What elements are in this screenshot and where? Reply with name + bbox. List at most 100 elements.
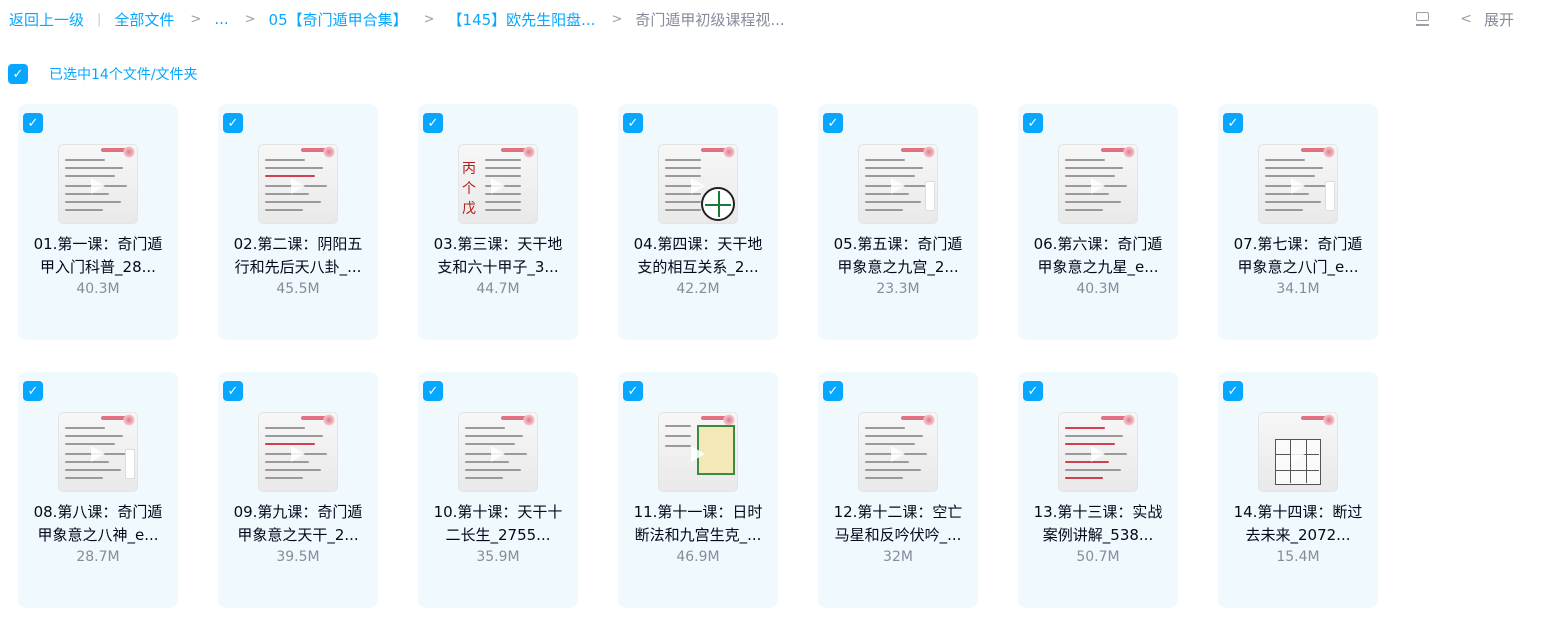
thumb-text-line [265,159,305,161]
file-name-line-2: 甲象意之八神_e... [37,526,159,544]
file-size: 28.7M [76,549,120,565]
file-name[interactable]: 05.第五课：奇门遁 甲象意之九宫_2... [826,233,970,279]
file-checkbox[interactable]: ✓ [1223,113,1243,133]
file-size: 44.7M [476,281,520,297]
thumb-text-line [465,469,521,471]
video-thumbnail[interactable] [258,144,338,224]
file-name[interactable]: 14.第十四课：断过 去未来_2072... [1226,501,1370,547]
file-checkbox[interactable]: ✓ [823,381,843,401]
file-name[interactable]: 12.第十二课：空亡 马星和反吟伏吟_... [826,501,970,547]
chevron-left-icon[interactable]: < [1460,11,1472,27]
video-thumbnail[interactable] [458,412,538,492]
thumb-text-line [485,167,521,169]
video-thumbnail[interactable] [1058,144,1138,224]
file-checkbox[interactable]: ✓ [423,113,443,133]
video-thumbnail[interactable] [258,412,338,492]
thumb-side-panel [1325,181,1335,211]
thumb-text-line [265,477,303,479]
flower-icon [323,146,335,158]
video-thumbnail[interactable] [858,412,938,492]
file-card[interactable]: ✓ 08.第八课：奇门遁 甲象意之八神_e... 28.7M [18,372,178,608]
thumb-text-line [865,477,903,479]
file-card[interactable]: ✓ 09.第九课：奇门遁 甲象意之天干_2... 39.5M [218,372,378,608]
video-thumbnail[interactable] [58,412,138,492]
flower-icon [923,146,935,158]
breadcrumb-folder-05[interactable]: 05【奇门遁甲合集】 [269,9,408,30]
file-name[interactable]: 01.第一课：奇门遁 甲入门科普_28... [26,233,170,279]
file-name[interactable]: 08.第八课：奇门遁 甲象意之八神_e... [26,501,170,547]
play-icon [691,178,705,194]
thumb-text-line [65,159,105,161]
file-name[interactable]: 13.第十三课：实战 案例讲解_538... [1026,501,1170,547]
file-size: 40.3M [1076,281,1120,297]
file-checkbox[interactable]: ✓ [1223,381,1243,401]
video-thumbnail[interactable] [858,144,938,224]
file-name[interactable]: 11.第十一课：日时 断法和九宫生克_... [626,501,770,547]
file-name-line-1: 04.第四课：天干地 [633,235,763,253]
play-icon [91,178,105,194]
play-icon [91,446,105,462]
thumb-text-line [865,175,915,177]
thumb-text-line [865,469,921,471]
file-card[interactable]: ✓ 10.第十课：天干十 二长生_2755... 35.9M [418,372,578,608]
thumb-text-line [485,159,521,161]
file-size: 42.2M [676,281,720,297]
video-thumbnail[interactable] [58,144,138,224]
file-name[interactable]: 02.第二课：阴阳五 行和先后天八卦_... [226,233,370,279]
file-name-line-2: 断法和九宫生克_... [634,526,762,544]
file-name[interactable]: 04.第四课：天干地 支的相互关系_2... [626,233,770,279]
video-thumbnail[interactable] [1258,144,1338,224]
file-checkbox[interactable]: ✓ [1023,113,1043,133]
file-checkbox[interactable]: ✓ [423,381,443,401]
video-thumbnail[interactable]: 丙个戊 [458,144,538,224]
breadcrumb-all-files[interactable]: 全部文件 [114,9,174,30]
file-card[interactable]: ✓ 02.第二课：阴阳五 行和先后天八卦_... 45.5M [218,104,378,340]
thumb-text-line [665,201,701,203]
video-thumbnail[interactable] [658,412,738,492]
file-card[interactable]: ✓ 06.第六课：奇门遁 甲象意之九星_e... 40.3M [1018,104,1178,340]
file-card[interactable]: ✓ 11.第十一课：日时 断法和九宫生克_... 46.9M [618,372,778,608]
back-link[interactable]: 返回上一级 [9,9,84,30]
thumb-glyphs: 丙个戊 [462,161,476,217]
select-all-checkbox[interactable]: ✓ [8,64,28,84]
file-card[interactable]: ✓ 12.第十二课：空亡 马星和反吟伏吟_... 32M [818,372,978,608]
file-name-line-2: 甲象意之九星_e... [1037,258,1159,276]
file-checkbox[interactable]: ✓ [1023,381,1043,401]
chevron-right-icon: > [423,11,435,27]
file-checkbox[interactable]: ✓ [623,381,643,401]
thumb-text-line [1265,201,1321,203]
file-checkbox[interactable]: ✓ [223,113,243,133]
file-name[interactable]: 09.第九课：奇门遁 甲象意之天干_2... [226,501,370,547]
file-card[interactable]: ✓ 04.第四课：天干地 支的相互关系_2... 42.2M [618,104,778,340]
play-icon [691,446,705,462]
file-checkbox[interactable]: ✓ [23,381,43,401]
play-icon [1091,446,1105,462]
thumb-text-line [665,435,691,437]
breadcrumb-folder-145[interactable]: 【145】欧先生阳盘... [448,9,596,30]
thumb-text-line [665,425,691,427]
file-card[interactable]: ✓ 05.第五课：奇门遁 甲象意之九宫_2... 23.3M [818,104,978,340]
file-name[interactable]: 07.第七课：奇门遁 甲象意之八门_e... [1226,233,1370,279]
video-thumbnail[interactable] [1058,412,1138,492]
file-checkbox[interactable]: ✓ [23,113,43,133]
file-name-line-1: 03.第三课：天干地 [433,235,563,253]
file-name[interactable]: 03.第三课：天干地 支和六十甲子_3... [426,233,570,279]
file-card[interactable]: ✓ 丙个戊 03.第三课：天干地 支和六十甲子_3... 44.7M [418,104,578,340]
thumb-text-line [865,159,905,161]
file-name-line-2: 去未来_2072... [1245,526,1351,544]
file-card[interactable]: ✓ 07.第七课：奇门遁 甲象意之八门_e... 34.1M [1218,104,1378,340]
video-thumbnail[interactable] [1258,412,1338,492]
video-thumbnail[interactable] [658,144,738,224]
file-checkbox[interactable]: ✓ [223,381,243,401]
file-card[interactable]: ✓ 01.第一课：奇门遁 甲入门科普_28... 40.3M [18,104,178,340]
breadcrumb-ellipsis[interactable]: ... [214,10,228,28]
file-card[interactable]: ✓ 14.第十四课：断过 去未来_2072... 15.4M [1218,372,1378,608]
list-view-icon[interactable] [1414,10,1432,28]
file-card[interactable]: ✓ 13.第十三课：实战 案例讲解_538... 50.7M [1018,372,1178,608]
thumb-text-line [265,167,323,169]
expand-button[interactable]: 展开 [1484,9,1514,30]
file-checkbox[interactable]: ✓ [623,113,643,133]
file-name[interactable]: 06.第六课：奇门遁 甲象意之九星_e... [1026,233,1170,279]
file-name[interactable]: 10.第十课：天干十 二长生_2755... [426,501,570,547]
file-checkbox[interactable]: ✓ [823,113,843,133]
